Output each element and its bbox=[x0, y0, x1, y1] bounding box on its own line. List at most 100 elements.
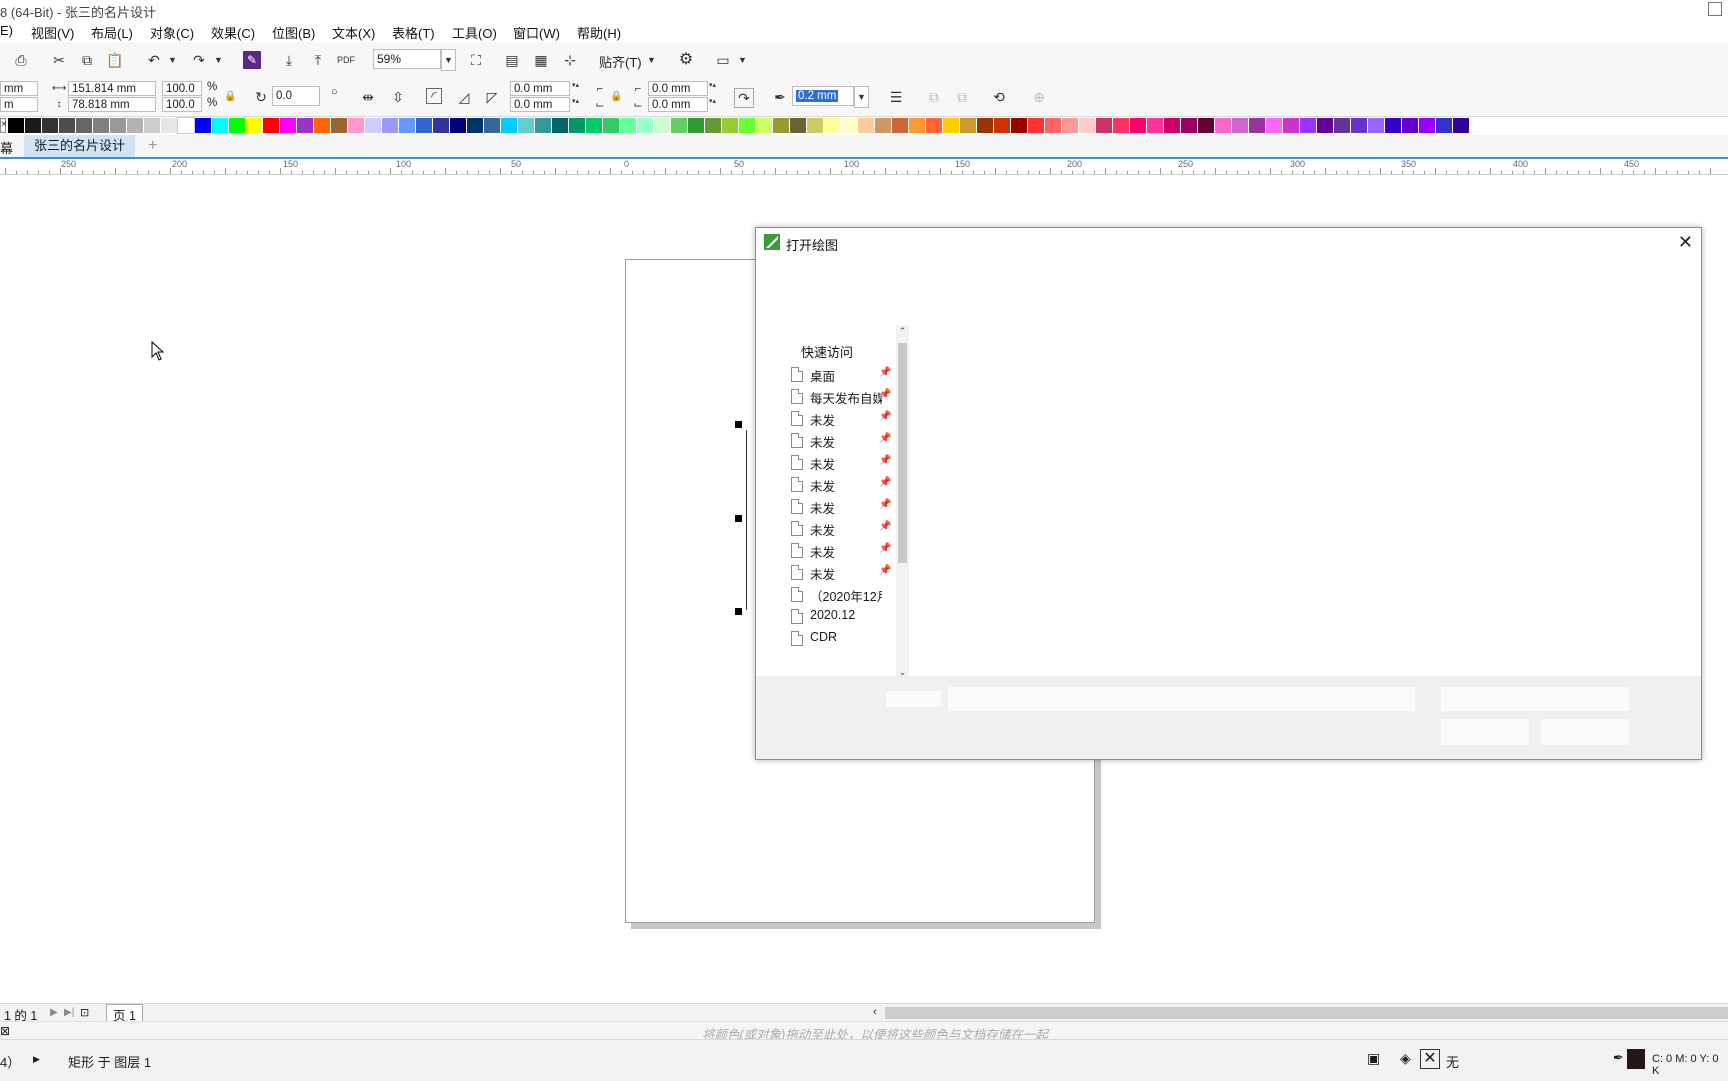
color-swatch[interactable] bbox=[943, 118, 959, 133]
menu-edit[interactable]: E) bbox=[0, 23, 13, 38]
nav-item[interactable]: 未发 📌 bbox=[791, 496, 891, 518]
color-swatch[interactable] bbox=[1215, 118, 1231, 133]
color-swatch[interactable] bbox=[331, 118, 347, 133]
no-color-swatch[interactable]: × bbox=[0, 118, 7, 133]
color-swatch[interactable] bbox=[603, 118, 619, 133]
pdf-icon[interactable]: PDF bbox=[337, 51, 355, 69]
color-swatch[interactable] bbox=[110, 118, 126, 133]
color-swatch[interactable] bbox=[25, 118, 41, 133]
color-swatch[interactable] bbox=[1147, 118, 1163, 133]
copy-icon[interactable]: ⧉ bbox=[78, 51, 96, 69]
no-fill-icon[interactable]: ✕ bbox=[1420, 1049, 1440, 1069]
color-swatch[interactable] bbox=[1079, 118, 1095, 133]
menu-effects[interactable]: 效果(C) bbox=[211, 23, 255, 42]
nav-item[interactable]: 未发 📌 bbox=[791, 474, 891, 496]
color-swatch[interactable] bbox=[671, 118, 687, 133]
cancel-button[interactable] bbox=[1541, 719, 1629, 745]
nav-scrollbar[interactable]: ⌃ ⌄ bbox=[896, 325, 909, 679]
lock-ratio-icon[interactable]: 🔒 bbox=[224, 88, 236, 106]
color-swatch[interactable] bbox=[127, 118, 143, 133]
color-swatch[interactable] bbox=[144, 118, 160, 133]
rotation-angle-field[interactable]: 0.0 bbox=[272, 86, 320, 106]
color-swatch[interactable] bbox=[195, 118, 211, 133]
menu-text[interactable]: 文本(X) bbox=[332, 23, 375, 42]
scroll-up-icon[interactable]: ⌃ bbox=[896, 326, 909, 337]
wrap-text-icon[interactable]: ☰ bbox=[887, 88, 905, 106]
chamfer-corner-icon[interactable]: ◸ bbox=[483, 88, 501, 106]
round-corner-icon[interactable]: ◜ bbox=[426, 88, 442, 104]
color-swatch[interactable] bbox=[909, 118, 925, 133]
outline-width-field[interactable]: 0.2 mm bbox=[792, 86, 854, 106]
print-icon[interactable]: ⎙ bbox=[12, 51, 30, 69]
color-swatch[interactable] bbox=[161, 118, 177, 133]
add-tab-icon[interactable]: + bbox=[148, 137, 157, 155]
color-swatch[interactable] bbox=[1283, 118, 1299, 133]
menu-window[interactable]: 窗口(W) bbox=[513, 23, 560, 42]
color-swatch[interactable] bbox=[960, 118, 976, 133]
export-icon[interactable]: ⤒ bbox=[309, 51, 327, 69]
color-swatch[interactable] bbox=[892, 118, 908, 133]
object-width-field[interactable]: 151.814 mm bbox=[68, 81, 156, 96]
color-swatch[interactable] bbox=[484, 118, 500, 133]
menu-help[interactable]: 帮助(H) bbox=[577, 23, 621, 42]
color-swatch[interactable] bbox=[1113, 118, 1129, 133]
nav-item[interactable]: 未发 📌 bbox=[791, 408, 891, 430]
color-swatch[interactable] bbox=[1198, 118, 1214, 133]
corner-tl-spinner-icon[interactable]: ▾▴ bbox=[569, 78, 582, 94]
color-swatch[interactable] bbox=[76, 118, 92, 133]
color-swatch[interactable] bbox=[722, 118, 738, 133]
scallop-corner-icon[interactable]: ◿ bbox=[455, 88, 473, 106]
selection-handle[interactable] bbox=[735, 515, 742, 522]
color-swatch[interactable] bbox=[586, 118, 602, 133]
undo-icon[interactable]: ↶ bbox=[145, 51, 163, 69]
color-proof-icon[interactable]: ▣ bbox=[1367, 1050, 1380, 1067]
color-swatch[interactable] bbox=[739, 118, 755, 133]
full-screen-icon[interactable]: ⛶ bbox=[467, 51, 485, 69]
corner-br-spinner-icon[interactable]: ▾▴ bbox=[706, 94, 719, 110]
import-icon[interactable]: ⤓ bbox=[280, 51, 298, 69]
color-swatch[interactable] bbox=[807, 118, 823, 133]
color-swatch[interactable] bbox=[977, 118, 993, 133]
snap-dropdown-icon[interactable]: ▼ bbox=[645, 50, 658, 70]
color-swatch[interactable] bbox=[569, 118, 585, 133]
no-color-swatch[interactable]: ⊠ bbox=[0, 1024, 10, 1038]
color-swatch[interactable] bbox=[280, 118, 296, 133]
color-swatch[interactable] bbox=[1453, 118, 1469, 133]
corner-radius-br-field[interactable]: 0.0 mm bbox=[648, 97, 708, 112]
color-swatch[interactable] bbox=[620, 118, 636, 133]
color-swatch[interactable] bbox=[518, 118, 534, 133]
color-swatch[interactable] bbox=[1232, 118, 1248, 133]
color-swatch[interactable] bbox=[1096, 118, 1112, 133]
mirror-vertical-icon[interactable]: ⇳ bbox=[389, 88, 407, 106]
scroll-left-icon[interactable]: ‹ bbox=[873, 1006, 877, 1018]
last-page-icon[interactable]: ▶| bbox=[64, 1007, 74, 1018]
launcher-dropdown-icon[interactable]: ▼ bbox=[736, 50, 749, 70]
color-swatch[interactable] bbox=[926, 118, 942, 133]
restore-button[interactable] bbox=[1708, 2, 1722, 16]
options-gear-icon[interactable]: ⚙ bbox=[677, 51, 695, 69]
close-icon[interactable]: ✕ bbox=[1678, 232, 1693, 253]
color-swatch[interactable] bbox=[365, 118, 381, 133]
expand-arrow-icon[interactable]: ▶ bbox=[33, 1054, 40, 1065]
color-swatch[interactable] bbox=[229, 118, 245, 133]
menu-layout[interactable]: 布局(L) bbox=[91, 23, 133, 42]
color-swatch[interactable] bbox=[1317, 118, 1333, 133]
nav-item[interactable]: 未发 📌 bbox=[791, 540, 891, 562]
color-swatch[interactable] bbox=[212, 118, 228, 133]
color-swatch[interactable] bbox=[841, 118, 857, 133]
color-swatch[interactable] bbox=[42, 118, 58, 133]
redo-icon[interactable]: ↷ bbox=[190, 51, 208, 69]
corner-radius-tr-field[interactable]: 0.0 mm bbox=[648, 81, 708, 96]
cut-icon[interactable]: ✂ bbox=[50, 51, 68, 69]
color-swatch[interactable] bbox=[654, 118, 670, 133]
color-swatch[interactable] bbox=[467, 118, 483, 133]
color-swatch[interactable] bbox=[399, 118, 415, 133]
color-swatch[interactable] bbox=[790, 118, 806, 133]
nav-item[interactable]: 未发 📌 bbox=[791, 518, 891, 540]
horizontal-ruler[interactable]: 250 200 150 100 50 0 50 100 150 200 250 … bbox=[0, 159, 1728, 175]
selection-handle[interactable] bbox=[735, 608, 742, 615]
position-x-field[interactable]: mm bbox=[0, 81, 38, 96]
zoom-dropdown-icon[interactable]: ▼ bbox=[441, 49, 456, 71]
color-swatch[interactable] bbox=[263, 118, 279, 133]
convert-to-curves-icon[interactable]: ⟲ bbox=[990, 88, 1008, 106]
